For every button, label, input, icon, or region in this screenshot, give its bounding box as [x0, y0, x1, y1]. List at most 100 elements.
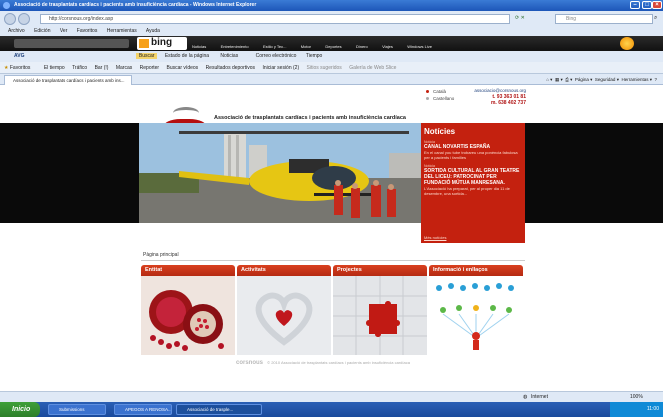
avg-page-status[interactable]: Estado de la página [165, 53, 209, 59]
task-associacio[interactable]: Associació de trasple... [176, 404, 262, 415]
language-dot-icon [426, 90, 429, 93]
clock[interactable]: 11:00 [647, 406, 659, 412]
fav-link[interactable]: Reporter [140, 65, 159, 71]
bing-search-input[interactable]: Bing [555, 14, 653, 24]
task-submissions[interactable]: Submissions [48, 404, 106, 415]
print-icon[interactable]: ⎙ ▾ [565, 77, 572, 82]
section-informacio[interactable]: Informació i enllaços [429, 265, 523, 355]
network-image[interactable] [429, 276, 523, 355]
command-pagina[interactable]: Página [575, 77, 589, 82]
start-button[interactable]: Inicio [0, 402, 40, 417]
bing-link-noticias[interactable]: Noticias [192, 44, 206, 49]
menu-archivo[interactable]: Archivo [8, 28, 25, 34]
favorites-label[interactable]: Favoritos [10, 65, 31, 71]
menu-ver[interactable]: Ver [60, 28, 68, 34]
weather-sun-icon[interactable] [620, 37, 634, 50]
minimize-button[interactable]: – [630, 1, 640, 9]
bing-toolbar: bing Noticias Entretenimiento Estilo y T… [0, 36, 663, 51]
ie-logo-icon [3, 2, 10, 9]
menu-bar: Archivo Edición Ver Favoritos Herramient… [0, 27, 663, 36]
back-button[interactable] [4, 13, 16, 25]
command-seguridad[interactable]: Seguridad [595, 77, 616, 82]
command-herramientas[interactable]: Herramientas [621, 77, 648, 82]
footer-logo: corsnous [236, 360, 264, 366]
more-news-link[interactable]: Més notícies [424, 235, 446, 240]
tab-bar: Associació de trasplantats cardíacs i pa… [0, 74, 663, 85]
bing-toolbar-search-box[interactable] [14, 39, 129, 48]
pomegranate-illustration [141, 276, 235, 355]
feeds-icon[interactable]: ▦ ▾ [555, 77, 563, 82]
helicopter-photo [139, 123, 421, 223]
puzzle-image[interactable] [333, 276, 427, 355]
fav-link[interactable]: Iniciar sesión (2) [262, 65, 299, 71]
help-icon[interactable]: ? [654, 77, 657, 82]
section-title[interactable]: Informació i enllaços [429, 265, 523, 276]
task-apegos[interactable]: APEGOS A RENOSA... [114, 404, 172, 415]
tab-corsnous[interactable]: Associació de trasplantats cardíacs i pa… [4, 75, 132, 85]
fav-link[interactable]: Marcas [116, 65, 132, 71]
bing-link-windows-live[interactable]: Windows Live [407, 44, 432, 49]
bing-link-entretenimiento[interactable]: Entretenimiento [221, 44, 249, 49]
fav-link[interactable]: Bar (!) [95, 65, 109, 71]
zoom-level[interactable]: 100% [630, 392, 643, 402]
avg-search-button[interactable]: Buscar [135, 53, 158, 59]
section-entitat[interactable]: Entitat [141, 265, 235, 355]
favorites-bar: ★ Favoritos El tiempo Tráfico Bar (!) Ma… [0, 62, 663, 74]
fav-link[interactable]: Sitios sugeridos [307, 65, 342, 71]
language-dot-icon [426, 97, 429, 100]
avg-toolbar: AVG Buscar Estado de la página Noticias … [0, 51, 663, 62]
search-icon[interactable]: ⌕ [654, 15, 657, 22]
bing-toolbar-links: Noticias Entretenimiento Estilo y Tec...… [192, 38, 432, 49]
section-title[interactable]: Entitat [141, 265, 235, 276]
news-panel: Notícies Notícia CANAL NOVARTIS ESPAÑA E… [421, 123, 525, 243]
fav-link[interactable]: Tráfico [72, 65, 87, 71]
bing-link-deportes[interactable]: Deportes [325, 44, 341, 49]
news-heading: Notícies [424, 127, 456, 136]
menu-herramientas[interactable]: Herramientas [107, 28, 137, 34]
section-projectes[interactable]: Projectes [333, 265, 427, 355]
bing-logo[interactable]: bing [137, 37, 187, 50]
news-item-title[interactable]: SORTIDA CULTURAL AL GRAN TEATRE DEL LICE… [424, 168, 522, 186]
menu-edicion[interactable]: Edición [34, 28, 50, 34]
menu-favoritos[interactable]: Favoritos [77, 28, 98, 34]
window-titlebar: Associació de trasplantats cardíacs i pa… [0, 0, 663, 11]
refresh-stop-icons[interactable]: ⟳ ✕ [515, 15, 551, 23]
bing-logo-icon [139, 39, 149, 48]
section-activitats[interactable]: Activitats [237, 265, 331, 355]
bing-link-estilo[interactable]: Estilo y Tec... [263, 44, 287, 49]
language-castellano[interactable]: Castellano [426, 95, 454, 102]
breadcrumb: Pàgina principal [141, 250, 525, 261]
snow-heart-image[interactable] [237, 276, 331, 355]
language-catala[interactable]: Català [426, 88, 454, 95]
bing-link-motor[interactable]: Motor [301, 44, 311, 49]
fav-link[interactable]: Galería de Web Slice [349, 65, 396, 71]
forward-button[interactable] [18, 13, 30, 25]
favorites-star-icon[interactable]: ★ [4, 65, 8, 71]
news-item[interactable]: Notícia CANAL NOVARTIS ESPAÑA En el cana… [424, 140, 522, 160]
fav-link[interactable]: Buscar vídeos [166, 65, 198, 71]
bing-link-viajes[interactable]: Viajes [382, 44, 393, 49]
news-item[interactable]: Notícia SORTIDA CULTURAL AL GRAN TEATRE … [424, 164, 522, 196]
url-input[interactable]: http://corsnous.org/index.asp [40, 14, 510, 24]
avg-logo[interactable]: AVG [14, 53, 24, 59]
language-selector: Català Castellano [426, 88, 454, 102]
system-tray: 11:00 [610, 402, 663, 417]
section-title[interactable]: Projectes [333, 265, 427, 276]
close-button[interactable]: × [652, 1, 662, 9]
avg-weather[interactable]: Tiempo [306, 53, 323, 59]
menu-ayuda[interactable]: Ayuda [146, 28, 160, 34]
avg-email[interactable]: Correo electrónico [256, 53, 297, 59]
maximize-button[interactable]: □ [642, 1, 652, 9]
bing-link-dinero[interactable]: Dinero [356, 44, 368, 49]
site-title: Associació de trasplantats cardíacs i pa… [214, 115, 406, 121]
avg-news[interactable]: Noticias [220, 53, 238, 59]
taskbar: Inicio Submissions APEGOS A RENOSA... As… [0, 402, 663, 417]
home-icon[interactable]: ⌂ ▾ [546, 77, 552, 82]
command-bar: ⌂ ▾ ▦ ▾ ⎙ ▾ Página ▾ Seguridad ▾ Herrami… [546, 77, 657, 82]
fav-link[interactable]: Resultados deportivos [206, 65, 255, 71]
window-title: Associació de trasplantats cardíacs i pa… [14, 2, 257, 8]
status-bar: ◍ Internet 100% [0, 391, 663, 402]
fav-link[interactable]: El tiempo [44, 65, 65, 71]
section-title[interactable]: Activitats [237, 265, 331, 276]
pomegranate-image[interactable] [141, 276, 235, 355]
